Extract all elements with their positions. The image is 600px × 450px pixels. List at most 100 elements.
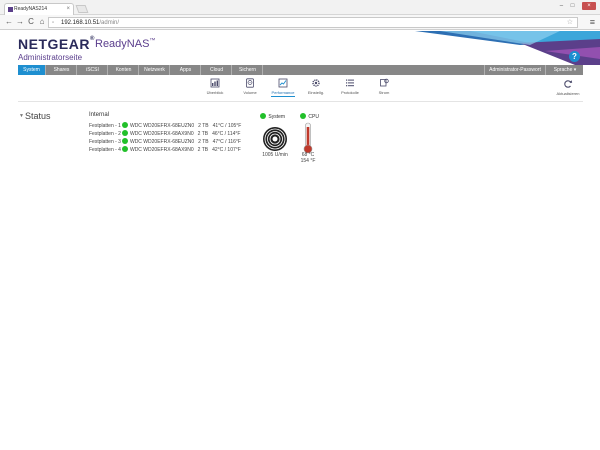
browser-tab[interactable]: ReadyNAS214 × — [4, 3, 74, 15]
disk-temperature: 46°C / 114°F — [212, 131, 241, 137]
cpu-status-indicator — [300, 113, 306, 119]
disk-temperature: 41°C / 105°F — [212, 123, 242, 129]
status-heading: Status — [25, 111, 51, 121]
tab-iscsi[interactable]: iSCSI — [78, 65, 108, 75]
tab-netzwerk[interactable]: Netzwerk — [140, 65, 170, 75]
tab-system[interactable]: System — [18, 65, 46, 75]
refresh-icon — [564, 80, 573, 88]
browser-menu-icon[interactable]: ≡ — [590, 16, 595, 28]
active-subtab-indicator — [271, 96, 295, 97]
tab-cloud[interactable]: Cloud — [202, 65, 232, 75]
disk-model: WDC WD20EFRX-68EUZN0 — [129, 123, 195, 129]
new-tab-button[interactable] — [75, 5, 89, 13]
subtab-power-label: Strom — [378, 90, 390, 95]
subtab-logs-label: Protokolle — [341, 90, 359, 95]
fan-icon — [263, 127, 287, 151]
disk-size: 2 TB — [197, 131, 209, 137]
subtab-performance[interactable]: Performance — [265, 78, 301, 97]
gear-icon — [312, 79, 320, 87]
logs-icon — [346, 79, 354, 87]
thermometer-icon — [303, 122, 313, 154]
subtab-performance-label: Performance — [271, 90, 295, 95]
sub-nav: Überblick Volume Performance Einstellg. … — [0, 78, 600, 100]
disk-row: Festplatten - 2 WDC WD20EFRX-68AX9N0 2 TB 4… — [89, 130, 240, 138]
disk-model: WDC WD20EFRX-68AX9N0 — [129, 147, 194, 153]
product-trademark: ™ — [149, 38, 156, 44]
language-dropdown[interactable]: Sprache ▾ — [547, 65, 583, 75]
minimize-icon[interactable]: – — [560, 3, 566, 9]
disk-label: Festplatten - 3 — [89, 139, 121, 145]
disk-model: WDC WD20EFRX-68AX9N0 — [129, 131, 194, 137]
url-path: /admin/ — [99, 20, 120, 26]
admin-password-button[interactable]: Administrator-Passwort — [484, 65, 546, 75]
address-bar[interactable]: ▫ 192.168.10.51/admin/ ☆ — [48, 17, 578, 28]
tab-konten[interactable]: Konten — [109, 65, 139, 75]
disk-model: WDC WD20EFRX-68EUZN0 — [129, 139, 195, 145]
product-label: ReadyNAS — [95, 38, 150, 50]
performance-icon — [278, 78, 288, 88]
app-header: NETGEAR® ReadyNAS™ Administratorseite ? — [0, 31, 600, 65]
disk-row: Festplatten - 1 WDC WD20EFRX-68EUZN0 2 TB 4… — [89, 122, 241, 130]
cpu-heading: CPU — [299, 113, 319, 120]
reload-icon[interactable]: C — [26, 16, 36, 28]
back-icon[interactable]: ← — [4, 16, 14, 28]
disk-label: Festplatten - 2 — [89, 131, 121, 137]
refresh-label: Aktualisieren — [556, 91, 580, 96]
subtab-settings[interactable]: Einstellg. — [298, 78, 334, 95]
cpu-temperature-fahrenheit: 154 °F — [300, 158, 316, 164]
disk-row: Festplatten - 3 WDC WD20EFRX-68EUZN0 2 TB 4… — [89, 138, 241, 146]
maximize-icon[interactable]: □ — [571, 3, 578, 9]
disk-status-indicator — [121, 122, 128, 128]
system-status-indicator — [260, 113, 266, 119]
brand-name: NETGEAR — [18, 36, 90, 52]
power-icon — [380, 78, 389, 87]
subtab-power[interactable]: Strom — [366, 78, 402, 95]
tab-close-icon[interactable]: × — [66, 4, 70, 15]
subtab-volume[interactable]: Volume — [232, 78, 268, 95]
system-label: System — [268, 114, 286, 120]
disk-status-indicator — [121, 138, 128, 144]
disk-label: Festplatten - 1 — [89, 123, 121, 129]
overview-icon — [210, 78, 220, 88]
subtab-volume-label: Volume — [243, 90, 257, 95]
disk-row: Festplatten - 4 WDC WD20EFRX-68AX9N0 2 TB 4… — [89, 146, 241, 154]
window-close-icon[interactable]: × — [582, 2, 596, 10]
page-info-icon[interactable]: ▫ — [52, 18, 54, 28]
disk-temperature: 42°C / 107°F — [212, 147, 241, 153]
tab-apps[interactable]: Apps — [171, 65, 201, 75]
content-divider — [18, 101, 583, 102]
internal-label: Internal — [89, 112, 110, 118]
home-icon[interactable]: ⌂ — [37, 16, 47, 28]
product-name: ReadyNAS™ — [95, 38, 155, 50]
tab-title: ReadyNAS214 — [14, 6, 48, 12]
subtab-logs[interactable]: Protokolle — [332, 78, 368, 95]
page-subtitle: Administratorseite — [18, 53, 83, 62]
cpu-label: CPU — [308, 114, 319, 120]
disk-status-indicator — [121, 130, 128, 136]
system-fan-heading: System — [259, 113, 285, 120]
fan-speed-value: 1005 U/min — [262, 152, 288, 158]
disk-size: 2 TB — [198, 123, 209, 129]
subtab-overview-label: Überblick — [206, 90, 224, 95]
window-controls: – □ × — [560, 2, 596, 10]
tab-shares[interactable]: Shares — [47, 65, 77, 75]
forward-icon[interactable]: → — [15, 16, 25, 28]
disk-size: 2 TB — [197, 147, 209, 153]
netgear-logo: NETGEAR® — [18, 36, 95, 52]
volume-icon — [246, 78, 254, 88]
subtab-overview[interactable]: Überblick — [197, 78, 233, 95]
browser-toolbar: ← → C ⌂ ▫ 192.168.10.51/admin/ ☆ ≡ — [0, 15, 600, 30]
help-icon[interactable]: ? — [569, 51, 580, 62]
disk-temperature: 47°C / 116°F — [212, 139, 241, 145]
main-nav: System Shares iSCSI Konten Netzwerk Apps… — [18, 65, 583, 75]
status-collapse-icon[interactable]: ▼ — [19, 113, 24, 119]
refresh-button[interactable]: Aktualisieren — [548, 79, 588, 96]
favicon-icon — [8, 7, 13, 12]
disk-size: 2 TB — [198, 139, 209, 145]
disk-label: Festplatten - 4 — [89, 147, 121, 153]
tab-sichern[interactable]: Sichern — [233, 65, 263, 75]
browser-tab-strip: ReadyNAS214 × – □ × — [0, 0, 600, 15]
disk-status-indicator — [121, 146, 128, 152]
bookmark-star-icon[interactable]: ☆ — [567, 18, 573, 28]
subtab-settings-label: Einstellg. — [307, 90, 325, 95]
